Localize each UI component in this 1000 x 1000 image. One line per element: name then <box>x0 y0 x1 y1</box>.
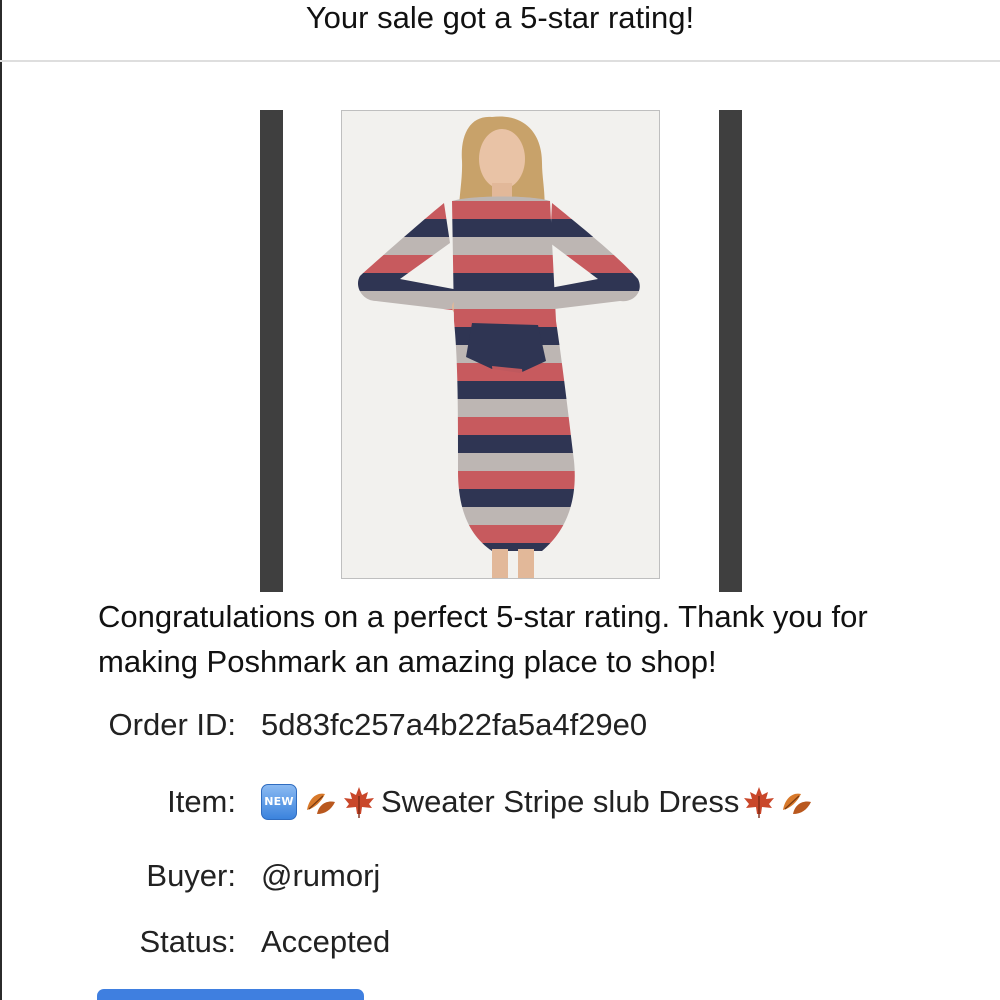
image-side-bar-left <box>260 110 283 592</box>
item-label: Item: <box>167 784 236 819</box>
new-badge-icon: NEW <box>261 784 297 820</box>
item-name: Sweater Stripe slub Dress <box>381 784 740 819</box>
falling-leaf-icon <box>303 784 339 820</box>
buyer-username[interactable]: @rumorj <box>261 856 380 896</box>
primary-action-button[interactable] <box>97 989 364 1000</box>
order-id-value: 5d83fc257a4b22fa5a4f29e0 <box>261 707 648 742</box>
buyer-label: Buyer: <box>146 858 236 893</box>
rating-notification-page: Your sale got a 5-star rating! Congratul… <box>0 0 1000 1000</box>
maple-leaf-icon <box>741 784 777 820</box>
congratulations-message: Congratulations on a perfect 5-star rati… <box>98 599 868 679</box>
header-divider <box>0 60 1000 62</box>
item-value[interactable]: NEW Sweater Stripe slub Dress <box>261 782 817 822</box>
product-image[interactable] <box>341 110 660 579</box>
status-value: Accepted <box>261 924 391 959</box>
falling-leaf-icon <box>779 784 815 820</box>
maple-leaf-icon <box>341 784 377 820</box>
window-edge <box>0 0 2 1000</box>
image-side-bar-right <box>719 110 742 592</box>
order-id-label: Order ID: <box>108 707 236 742</box>
page-title: Your sale got a 5-star rating! <box>305 0 695 35</box>
status-label: Status: <box>139 924 237 959</box>
